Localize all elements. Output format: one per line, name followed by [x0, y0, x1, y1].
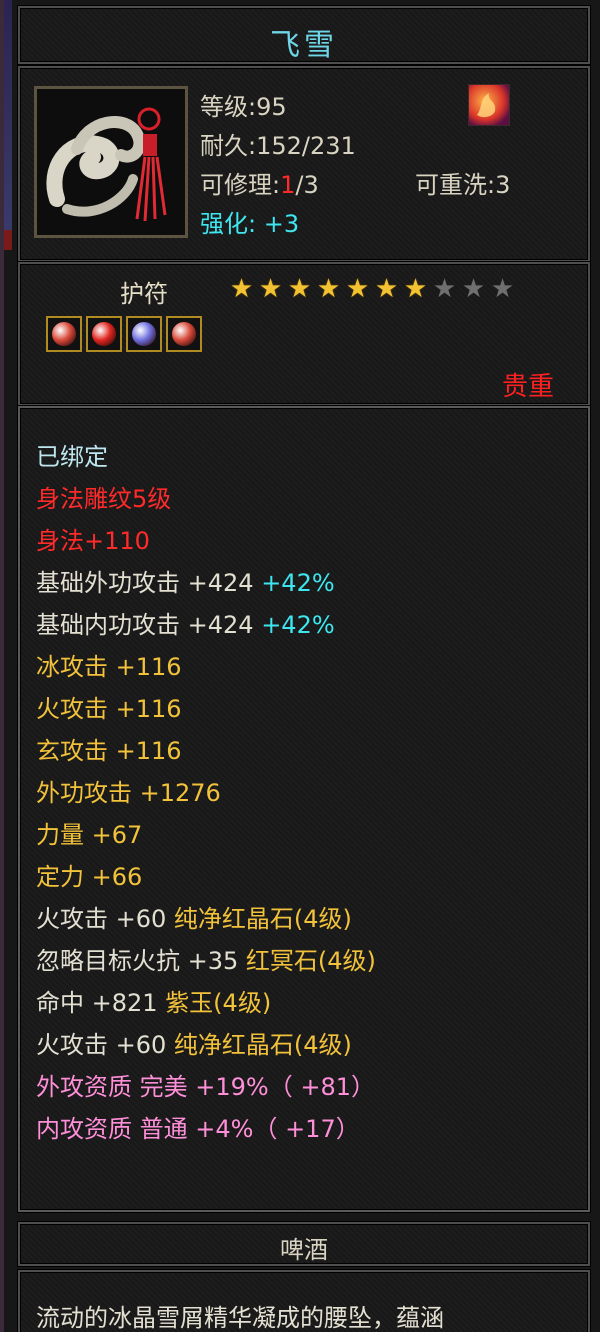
- star-filled-icon: ★: [229, 274, 254, 304]
- star-empty-icon: ★: [432, 274, 457, 304]
- amulet-panel: 护符 ★ ★ ★ ★ ★ ★ ★ ★ ★ ★ 贵重: [18, 262, 590, 406]
- green-red-gem-icon[interactable]: [46, 316, 82, 352]
- star-filled-icon: ★: [316, 274, 341, 304]
- property-extra: 红冥石(4级): [245, 947, 376, 975]
- description-text: 流动的冰晶雪屑精华凝成的腰坠，蕴涵: [36, 1304, 444, 1332]
- level-value: 95: [256, 93, 287, 121]
- property-text: 基础内功攻击 +424: [36, 611, 262, 639]
- star-empty-icon: ★: [490, 274, 515, 304]
- enhance-line: 强化: +3: [200, 205, 356, 244]
- durability-label: 耐久:: [200, 132, 257, 160]
- properties-panel: 已绑定 身法雕纹5级 身法+110 基础外功攻击 +424 +42% 基础内功攻击 +4…: [18, 406, 590, 1212]
- property-line: 力量 +67: [36, 814, 376, 856]
- star-filled-icon: ★: [258, 274, 283, 304]
- level-label: 等级:: [200, 93, 257, 121]
- purple-gem-icon[interactable]: [126, 316, 162, 352]
- durability-value: 152/231: [256, 132, 356, 160]
- item-info-panel: 等级:95 耐久:152/231 可修理:1/3 可重洗:3 强化: +3: [18, 66, 590, 262]
- rewash-label: 可重洗:: [415, 171, 496, 199]
- property-line: 玄攻击 +116: [36, 730, 376, 772]
- enhance-value: +3: [263, 210, 300, 238]
- property-line: 已绑定: [36, 436, 376, 478]
- property-text: 冰攻击 +116: [36, 653, 182, 681]
- gem-stone: [172, 322, 196, 346]
- star-filled-icon: ★: [403, 274, 428, 304]
- repair-used: 1: [280, 171, 296, 199]
- property-text: 火攻击 +60: [36, 1031, 174, 1059]
- red-gem-icon[interactable]: [86, 316, 122, 352]
- level-line: 等级:95: [200, 88, 356, 127]
- secondary-name: 啤酒: [280, 1236, 328, 1264]
- property-extra: 紫玉(4级): [165, 989, 272, 1017]
- durability-line: 耐久:152/231: [200, 127, 356, 166]
- property-line: 基础外功攻击 +424 +42%: [36, 562, 376, 604]
- properties-list: 已绑定 身法雕纹5级 身法+110 基础外功攻击 +424 +42% 基础内功攻击 +4…: [36, 436, 376, 1150]
- property-text: 外攻资质 完美 +19%（ +81）: [36, 1073, 375, 1101]
- star-filled-icon: ★: [287, 274, 312, 304]
- title-bar: 飞雪: [18, 6, 590, 64]
- gem-stone: [132, 322, 156, 346]
- property-text: 命中 +821: [36, 989, 166, 1017]
- star-filled-icon: ★: [345, 274, 370, 304]
- property-text: 内攻资质 普通 +4%（ +17）: [36, 1115, 360, 1143]
- property-line: 外功攻击 +1276: [36, 772, 376, 814]
- property-extra: +42%: [261, 569, 335, 597]
- enhance-label: 强化:: [200, 210, 257, 238]
- property-line: 命中 +821 紫玉(4级): [36, 982, 376, 1024]
- property-line: 火攻击 +60 纯净红晶石(4级): [36, 898, 376, 940]
- property-text: 火攻击 +116: [36, 695, 182, 723]
- repair-label: 可修理:: [200, 171, 281, 199]
- property-extra: 纯净红晶石(4级): [173, 905, 352, 933]
- gem-slots: [46, 316, 202, 352]
- item-tooltip: 飞雪 等级:95 耐久:152/231 可修理:1/3 可重洗:3 强化: +3…: [0, 0, 600, 1332]
- property-line: 基础内功攻击 +424 +42%: [36, 604, 376, 646]
- property-text: 身法雕纹5级: [36, 485, 172, 513]
- property-line: 火攻击 +116: [36, 688, 376, 730]
- property-extra: 纯净红晶石(4级): [173, 1031, 352, 1059]
- property-line: 忽略目标火抗 +35 红冥石(4级): [36, 940, 376, 982]
- item-name: 飞雪: [270, 28, 338, 63]
- amulet-label: 护符: [120, 280, 168, 308]
- item-stats: 等级:95 耐久:152/231 可修理:1/3 可重洗:3 强化: +3: [200, 88, 510, 244]
- rewash-line: 可重洗:3: [415, 166, 510, 205]
- background-edge: [4, 0, 12, 230]
- jade-pendant-icon: [34, 86, 188, 238]
- green-red-gem-icon[interactable]: [166, 316, 202, 352]
- property-extra: +42%: [261, 611, 335, 639]
- property-text: 火攻击 +60: [36, 905, 174, 933]
- rarity-label: 贵重: [501, 372, 554, 402]
- gem-stone: [92, 322, 116, 346]
- property-line: 火攻击 +60 纯净红晶石(4级): [36, 1024, 376, 1066]
- property-text: 外功攻击 +1276: [36, 779, 221, 807]
- property-text: 已绑定: [36, 443, 108, 471]
- rewash-value: 3: [495, 171, 511, 199]
- secondary-title-bar: 啤酒: [18, 1222, 590, 1266]
- star-empty-icon: ★: [461, 274, 486, 304]
- repair-total: /3: [295, 171, 319, 199]
- flame-seal-icon: [468, 84, 510, 126]
- property-line: 定力 +66: [36, 856, 376, 898]
- gem-stone: [52, 322, 76, 346]
- property-text: 忽略目标火抗 +35: [36, 947, 246, 975]
- property-line: 身法+110: [36, 520, 376, 562]
- background-edge: [4, 230, 12, 250]
- property-line: 冰攻击 +116: [36, 646, 376, 688]
- description-panel: 流动的冰晶雪屑精华凝成的腰坠，蕴涵: [18, 1270, 590, 1332]
- property-line: 身法雕纹5级: [36, 478, 376, 520]
- property-text: 定力 +66: [36, 863, 143, 891]
- property-text: 基础外功攻击 +424: [36, 569, 262, 597]
- property-text: 身法+110: [36, 527, 150, 555]
- star-rating: ★ ★ ★ ★ ★ ★ ★ ★ ★ ★: [228, 276, 516, 302]
- property-line: 外攻资质 完美 +19%（ +81）: [36, 1066, 376, 1108]
- repair-line: 可修理:1/3 可重洗:3: [200, 166, 510, 205]
- property-line: 内攻资质 普通 +4%（ +17）: [36, 1108, 376, 1150]
- property-text: 力量 +67: [36, 821, 143, 849]
- property-text: 玄攻击 +116: [36, 737, 182, 765]
- star-filled-icon: ★: [374, 274, 399, 304]
